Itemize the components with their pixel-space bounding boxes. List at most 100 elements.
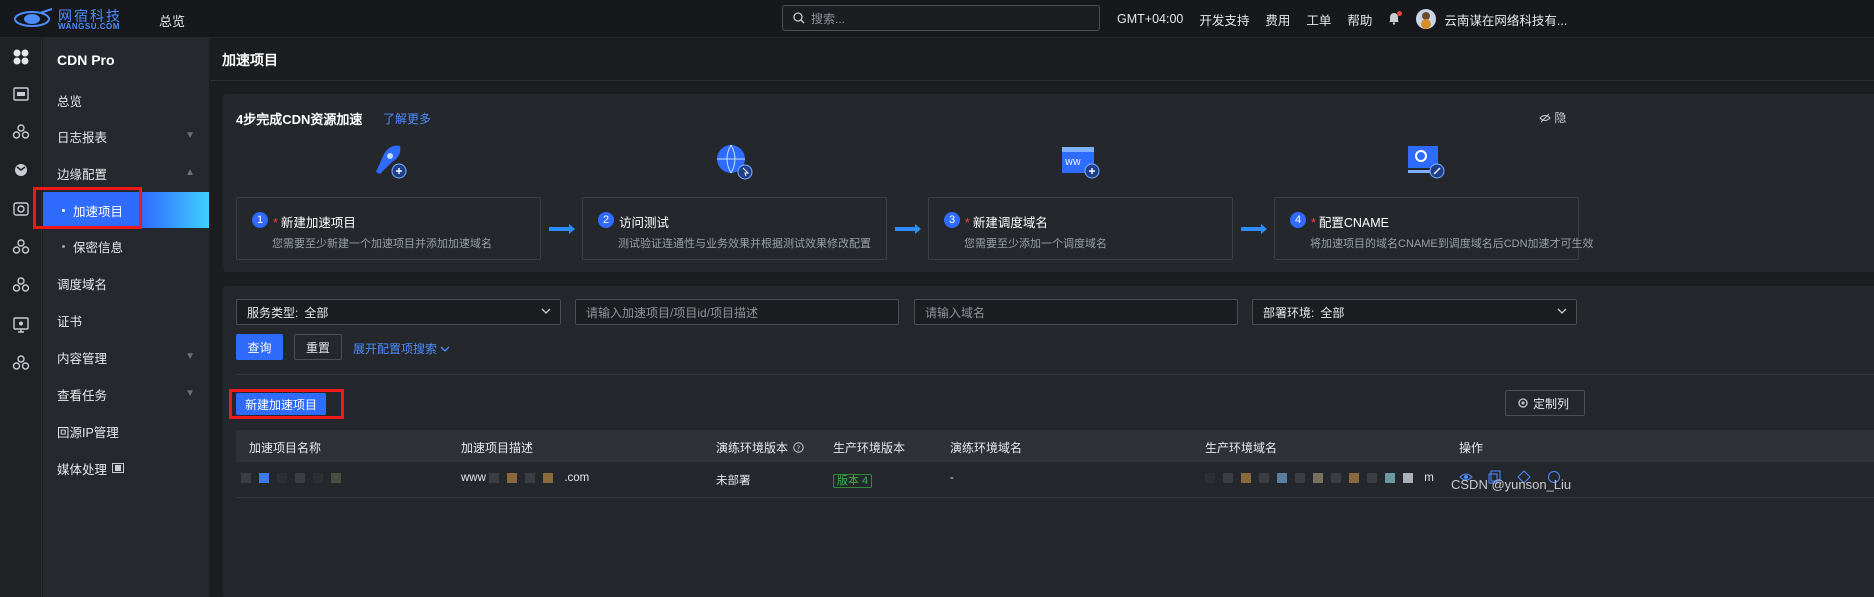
table-row[interactable]: www .com 未部署 版本 4 - m: [236, 462, 1874, 498]
env-select[interactable]: 部署环境: 全部: [1252, 299, 1577, 325]
nav-item-label: 查看任务: [57, 388, 108, 403]
rocket-icon: [376, 145, 407, 179]
step-number: 2: [598, 212, 614, 228]
search-icon: [793, 12, 805, 24]
prod-domain-suffix: m: [1424, 472, 1434, 484]
avatar[interactable]: [1416, 9, 1437, 29]
required-marker: *: [273, 216, 278, 230]
step-arrow-icon: [549, 224, 575, 234]
camera-icon[interactable]: [12, 200, 30, 218]
timezone-selector[interactable]: GMT+04:00: [1117, 12, 1183, 26]
film-icon: [112, 463, 125, 473]
help-circle-icon[interactable]: ?: [793, 442, 805, 453]
step-number: 3: [944, 212, 960, 228]
column-header[interactable]: 演练环境版本 ?: [716, 439, 805, 456]
column-header[interactable]: 生产环境版本: [833, 439, 905, 456]
user-account-name[interactable]: 云南谋在网络科技有...: [1444, 10, 1567, 29]
expand-filters-link[interactable]: 展开配置项搜索: [353, 340, 450, 357]
chevron-down-icon: ▼: [185, 351, 195, 362]
step-card-2[interactable]: 2 访问测试 测试验证连通性与业务效果并根据测试效果修改配置: [582, 197, 887, 260]
top-overview-link[interactable]: 总览: [159, 11, 185, 30]
domain-search-input[interactable]: 请输入域名: [914, 299, 1238, 325]
highlight-box-new-project: [229, 389, 344, 419]
step-card-1[interactable]: 1 * 新建加速项目 您需要至少新建一个加速项目并添加加速域名: [236, 197, 541, 260]
billing-link[interactable]: 费用: [1265, 10, 1290, 29]
cluster-icon-4[interactable]: [12, 354, 30, 372]
learn-more-link[interactable]: 了解更多: [383, 110, 431, 127]
project-search-input[interactable]: 请输入加速项目/项目id/项目描述: [575, 299, 899, 325]
step-description: 将加速项目的域名CNAME到调度域名后CDN加速才可生效: [1310, 238, 1594, 250]
nav-item-label: 内容管理: [57, 351, 108, 366]
tickets-link[interactable]: 工单: [1306, 10, 1331, 29]
help-link[interactable]: 帮助: [1347, 10, 1372, 29]
onboarding-steps-card: 4步完成CDN资源加速 了解更多 隐 WW 1 * 新建加速项目 您需要至少新建…: [223, 94, 1874, 272]
nav-item-edge-config[interactable]: 边缘配置 ▲: [43, 155, 209, 191]
step-number: 1: [252, 212, 268, 228]
api-icon[interactable]: [12, 85, 30, 103]
watermark: CSDN @yunson_Liu: [1451, 477, 1572, 492]
cluster-icon-2[interactable]: [12, 238, 30, 256]
nav-item-label: 总览: [57, 94, 83, 109]
nav-item-label: 证书: [57, 314, 83, 329]
page-title: 加速项目: [222, 52, 278, 68]
table-header: 加速项目名称 加速项目描述 演练环境版本 ? 生产环境版本 演练环境域名 生产环…: [236, 430, 1874, 462]
column-header[interactable]: 加速项目名称: [249, 439, 321, 456]
monitor-icon[interactable]: [12, 316, 30, 334]
wangsu-logo[interactable]: 网宿科技 WANGSU.COM: [14, 5, 132, 33]
project-desc-cell: www .com: [461, 472, 589, 484]
nav-item-tasks[interactable]: 查看任务 ▼: [43, 376, 209, 412]
search-input[interactable]: 搜索...: [782, 5, 1100, 31]
step-title: 新建加速项目: [280, 216, 356, 230]
globe-cursor-icon: [717, 144, 753, 180]
step-arrow-icon: [895, 224, 921, 234]
version-badge[interactable]: 版本 4: [833, 474, 873, 488]
nav-item-log-reports[interactable]: 日志报表 ▼: [43, 118, 209, 154]
custom-columns-button[interactable]: 定制列: [1505, 390, 1585, 416]
svg-text:WW: WW: [1065, 158, 1081, 167]
nav-item-overview[interactable]: 总览: [43, 82, 209, 118]
step-card-3[interactable]: 3 * 新建调度域名 您需要至少添加一个调度域名: [928, 197, 1233, 260]
chevron-down-icon: [440, 346, 450, 352]
dashboard-icon[interactable]: [12, 48, 30, 66]
cluster-icon-3[interactable]: [12, 276, 30, 294]
www-window-icon: WW: [1062, 147, 1100, 179]
nav-item-label: 调度域名: [57, 277, 108, 292]
nav-item-label: 边缘配置: [57, 167, 108, 182]
expand-label: 展开配置项搜索: [353, 342, 438, 356]
chevron-down-icon: ▼: [185, 130, 195, 141]
nav-item-origin-ip[interactable]: 回源IP管理: [43, 413, 209, 449]
nav-item-content-management[interactable]: 内容管理 ▼: [43, 339, 209, 375]
column-header[interactable]: 生产环境域名: [1205, 439, 1277, 456]
column-header-label: 演练环境版本: [716, 441, 789, 455]
nav-item-secrets[interactable]: 保密信息: [43, 228, 209, 264]
custom-columns-label: 定制列: [1533, 396, 1570, 411]
domain-search-placeholder: 请输入域名: [925, 305, 986, 320]
hide-steps-button[interactable]: 隐: [1539, 109, 1566, 126]
product-title: CDN Pro: [57, 52, 115, 68]
steps-title: 4步完成CDN资源加速: [236, 112, 363, 127]
top-bar: 网宿科技 WANGSU.COM 总览 搜索... GMT+04:00 开发支持 …: [0, 0, 1874, 38]
globe-shield-icon[interactable]: [12, 161, 30, 179]
reset-button[interactable]: 重置: [294, 334, 342, 360]
nav-item-certificates[interactable]: 证书: [43, 302, 209, 338]
cluster-icon[interactable]: [12, 123, 30, 141]
column-header[interactable]: 演练环境域名: [950, 439, 1022, 456]
column-header[interactable]: 加速项目描述: [461, 439, 533, 456]
step-title: 访问测试: [619, 216, 670, 230]
bell-icon[interactable]: [1388, 11, 1403, 26]
hide-label: 隐: [1554, 111, 1567, 125]
step-card-4[interactable]: 4 * 配置CNAME 将加速项目的域名CNAME到调度域名后CDN加速才可生效: [1274, 197, 1594, 260]
project-name-cell[interactable]: [241, 472, 349, 484]
nav-item-media-processing[interactable]: 媒体处理: [43, 450, 209, 486]
icon-rail: [0, 38, 42, 597]
service-type-select[interactable]: 服务类型: 全部: [236, 299, 561, 325]
divider: [210, 80, 1874, 81]
eye-off-icon: [1539, 113, 1551, 123]
config-gear-icon: [1408, 146, 1445, 179]
dev-support-link[interactable]: 开发支持: [1199, 10, 1249, 29]
nav-item-edge-hostnames[interactable]: 调度域名: [43, 265, 209, 301]
query-button[interactable]: 查询: [236, 334, 283, 360]
logo-text-en: WANGSU.COM: [58, 22, 120, 31]
svg-text:?: ?: [797, 444, 801, 452]
env-value: 全部: [1320, 305, 1345, 320]
